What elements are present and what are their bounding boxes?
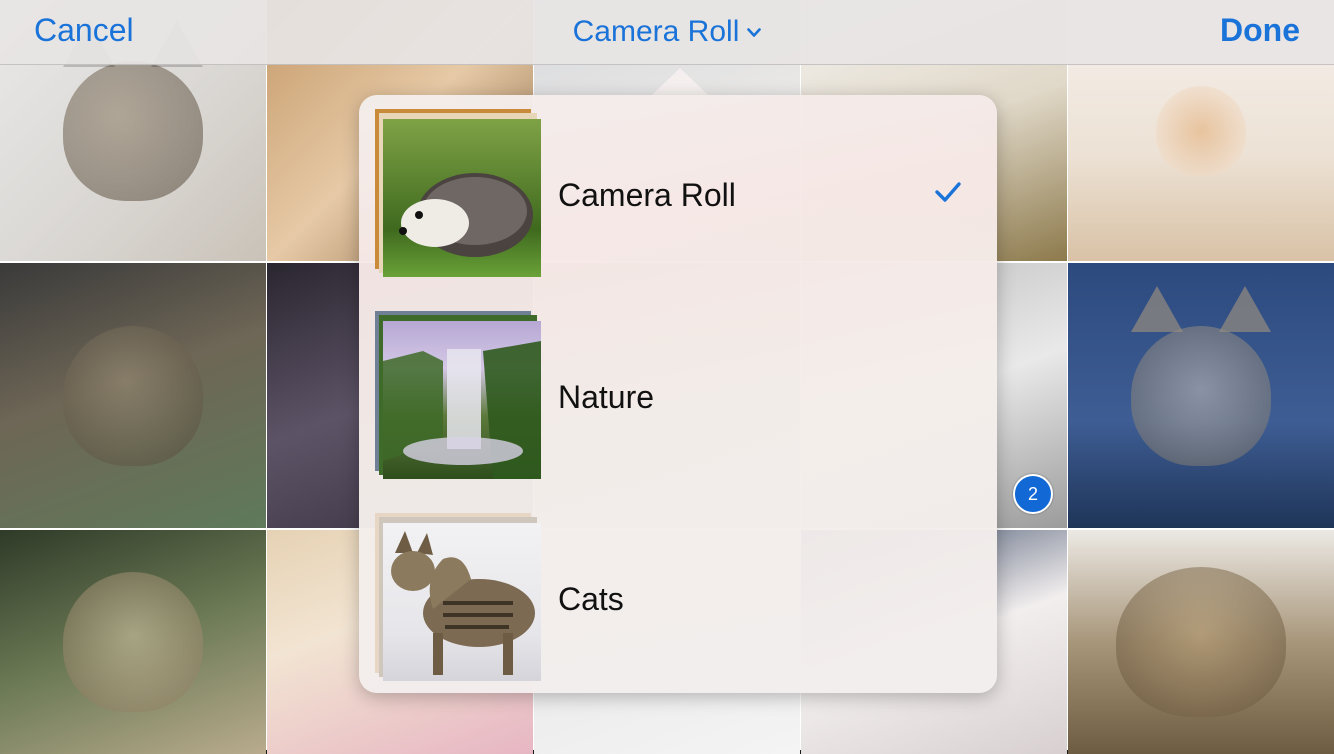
chevron-down-icon xyxy=(747,12,762,46)
photo-kitten-looking-up[interactable] xyxy=(0,530,266,754)
cat-thumbnail xyxy=(373,513,543,683)
navigation-bar: Cancel Camera Roll Done xyxy=(0,0,1334,65)
photo-pallas-cat[interactable] xyxy=(1068,530,1334,754)
checkmark-icon xyxy=(934,181,962,208)
album-title-label: Camera Roll xyxy=(572,15,740,48)
album-label: Nature xyxy=(558,379,655,415)
photo-fluffy-kitten-bowl[interactable] xyxy=(1068,263,1334,528)
done-button[interactable]: Done xyxy=(1220,12,1300,49)
album-label: Cats xyxy=(558,581,624,617)
album-label: Camera Roll xyxy=(558,177,736,213)
album-row-camera-roll[interactable]: Camera Roll xyxy=(359,95,997,295)
photo-tabby-cat-tag[interactable] xyxy=(0,263,266,528)
album-picker-popover: Camera Roll Nature Cats xyxy=(359,95,997,693)
selection-count-badge: 2 xyxy=(1013,474,1053,514)
popover-arrow xyxy=(652,68,708,95)
album-title-button[interactable]: Camera Roll xyxy=(0,15,1334,50)
album-row-nature[interactable]: Nature xyxy=(359,297,997,497)
hedgehog-thumbnail xyxy=(373,109,543,279)
album-row-cats[interactable]: Cats xyxy=(359,499,997,693)
waterfall-thumbnail xyxy=(373,311,543,481)
